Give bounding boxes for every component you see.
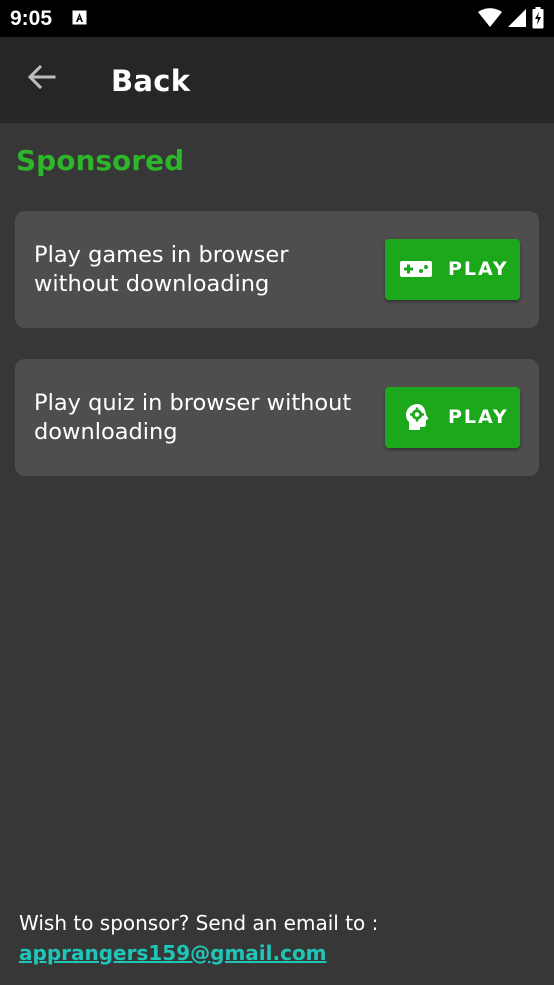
battery-charging-icon	[532, 7, 544, 29]
arrow-left-icon[interactable]	[26, 61, 58, 93]
notification-a-icon	[72, 10, 87, 25]
gamepad-icon	[400, 261, 432, 277]
sponsored-card-quiz: Play quiz in browser without downloading…	[15, 359, 539, 476]
page-title: Back	[111, 64, 191, 98]
status-icons	[478, 7, 544, 29]
status-time: 9:05	[10, 7, 53, 30]
play-games-button[interactable]: PLAY	[385, 239, 520, 300]
head-gear-icon	[406, 404, 429, 430]
play-button-label: PLAY	[448, 258, 509, 280]
signal-icon	[508, 9, 526, 27]
sponsored-card-games: Play games in browser without downloadin…	[15, 211, 539, 328]
wifi-icon	[478, 8, 502, 27]
sponsor-email-link[interactable]: apprangers159@gmail.com	[19, 941, 327, 965]
card-description: Play quiz in browser without downloading	[34, 390, 352, 445]
sponsor-prompt: Wish to sponsor? Send an email to :	[19, 911, 379, 935]
play-button-label: PLAY	[448, 406, 509, 428]
status-bar: 9:05	[0, 0, 554, 37]
app-bar: Back	[0, 37, 554, 123]
section-title: Sponsored	[16, 144, 185, 177]
card-description: Play games in browser without downloadin…	[34, 242, 289, 297]
play-quiz-button[interactable]: PLAY	[385, 387, 520, 448]
